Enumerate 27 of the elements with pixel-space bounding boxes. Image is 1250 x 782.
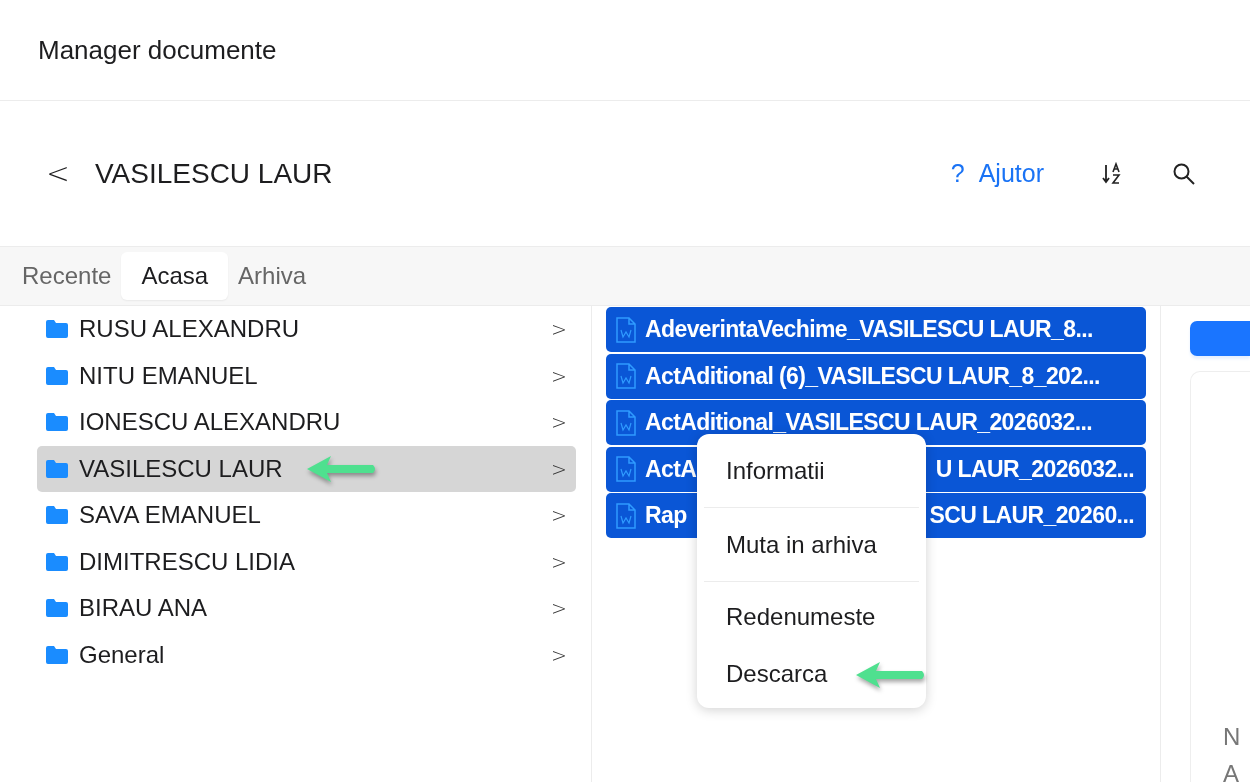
folder-name: VASILESCU LAUR bbox=[79, 454, 283, 483]
chevron-right-icon: > bbox=[551, 550, 567, 573]
chevron-right-icon: > bbox=[551, 504, 567, 527]
folder-title: VASILESCU LAUR bbox=[95, 157, 334, 190]
chevron-right-icon: > bbox=[551, 597, 567, 620]
folder-name: NITU EMANUEL bbox=[79, 361, 258, 390]
app-title: Manager documente bbox=[38, 34, 277, 66]
file-name: SCU LAUR_20260... bbox=[929, 502, 1134, 529]
chevron-right-icon: > bbox=[551, 318, 567, 341]
chevron-right-icon: > bbox=[551, 643, 567, 666]
folder-name: DIMITRESCU LIDIA bbox=[79, 547, 296, 576]
folder-name: General bbox=[79, 640, 165, 669]
folder-name: BIRAU ANA bbox=[79, 594, 208, 623]
file-name: ActA bbox=[645, 455, 697, 483]
folder-name: SAVA EMANUEL bbox=[79, 501, 261, 530]
file-name: ActAditional_VASILESCU LAUR_2026032... bbox=[645, 409, 1093, 436]
folder-name: RUSU ALEXANDRU bbox=[79, 315, 300, 344]
file-name: U LAUR_2026032... bbox=[935, 455, 1134, 483]
file-name: ActAditional (6)_VASILESCU LAUR_8_202... bbox=[645, 362, 1100, 390]
folder-name: IONESCU ALEXANDRU bbox=[79, 408, 341, 437]
details-text: A bbox=[1223, 759, 1240, 782]
file-name: Rap bbox=[645, 502, 687, 529]
details-text: N bbox=[1223, 722, 1242, 752]
chevron-right-icon: > bbox=[551, 457, 567, 480]
chevron-right-icon: > bbox=[551, 364, 567, 387]
file-name: AdeverintaVechime_VASILESCU LAUR_8... bbox=[645, 316, 1093, 343]
chevron-right-icon: > bbox=[551, 411, 567, 434]
